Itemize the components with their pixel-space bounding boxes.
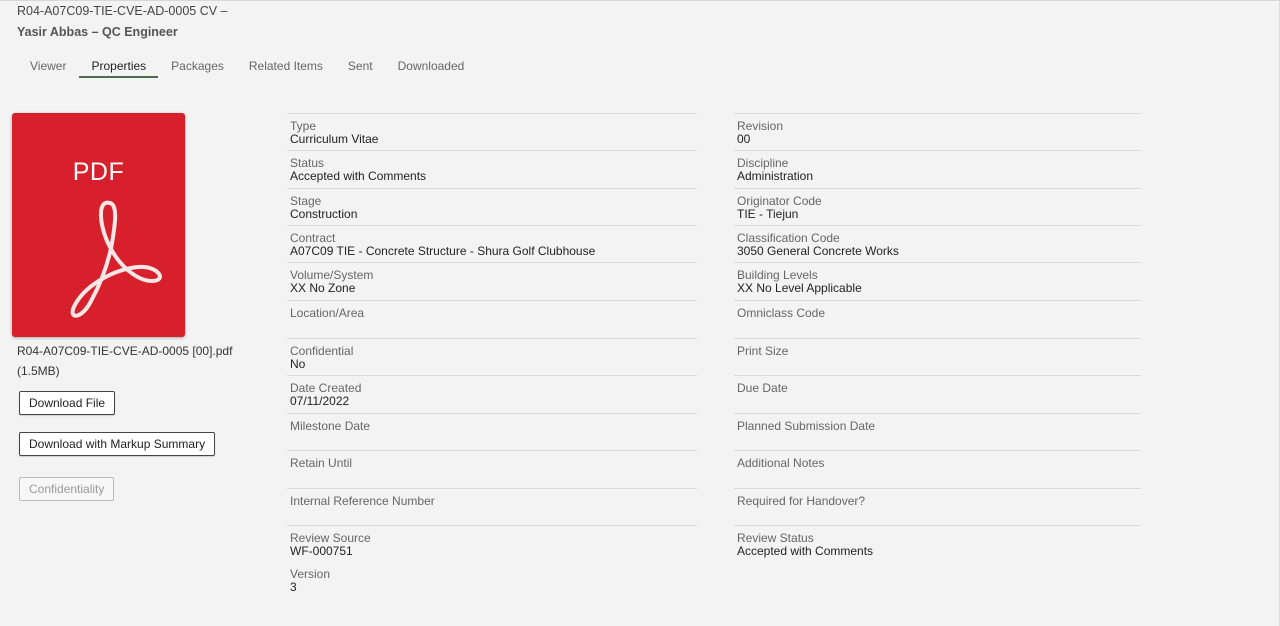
- download-markup-summary-button[interactable]: Download with Markup Summary: [19, 432, 216, 456]
- property-status: Status Accepted with Comments: [287, 150, 697, 188]
- property-additional-notes: Additional Notes: [734, 450, 1141, 488]
- property-value: 3050 General Concrete Works: [737, 244, 899, 258]
- property-contract: Contract A07C09 TIE - Concrete Structure…: [287, 225, 697, 263]
- property-label: Originator Code: [737, 194, 822, 208]
- property-retain-until: Retain Until: [287, 450, 697, 488]
- tab-bar: Viewer Properties Packages Related Items…: [18, 56, 477, 80]
- property-label: Review Status: [737, 531, 814, 545]
- property-value: XX No Zone: [290, 281, 356, 295]
- tab-downloaded[interactable]: Downloaded: [386, 56, 477, 78]
- pdf-acrobat-icon: [70, 200, 162, 318]
- download-file-button[interactable]: Download File: [19, 391, 116, 415]
- property-value: XX No Level Applicable: [737, 281, 862, 295]
- property-print-size: Print Size: [734, 338, 1141, 376]
- property-version: Version 3: [287, 562, 697, 600]
- property-label: Version: [290, 567, 331, 581]
- property-classification-code: Classification Code 3050 General Concret…: [734, 225, 1141, 263]
- property-value: Construction: [290, 207, 358, 221]
- property-value: Accepted with Comments: [290, 169, 427, 183]
- property-label: Print Size: [737, 344, 789, 358]
- property-stage: Stage Construction: [287, 188, 697, 226]
- property-label: Location/Area: [290, 306, 365, 320]
- property-label: Additional Notes: [737, 456, 825, 470]
- file-info: R04-A07C09-TIE-CVE-AD-0005 [00].pdf (1.5…: [17, 341, 247, 381]
- property-value: 3: [290, 580, 297, 594]
- property-label: Retain Until: [290, 456, 353, 470]
- property-location-area: Location/Area: [287, 300, 697, 338]
- property-label: Due Date: [737, 381, 788, 395]
- property-label: Status: [290, 156, 325, 170]
- property-internal-reference-number: Internal Reference Number: [287, 488, 697, 526]
- property-required-for-handover: Required for Handover?: [734, 488, 1141, 526]
- property-originator-code: Originator Code TIE - Tiejun: [734, 188, 1141, 226]
- file-name: R04-A07C09-TIE-CVE-AD-0005 [00].pdf: [17, 344, 233, 358]
- property-due-date: Due Date: [734, 375, 1141, 413]
- property-revision: Revision 00: [734, 113, 1141, 151]
- property-label: Date Created: [290, 381, 362, 395]
- pdf-thumbnail[interactable]: PDF: [12, 113, 185, 337]
- property-omniclass-code: Omniclass Code: [734, 300, 1141, 338]
- property-value: Accepted with Comments: [737, 544, 874, 558]
- tab-related-items[interactable]: Related Items: [237, 56, 335, 78]
- property-planned-submission-date: Planned Submission Date: [734, 413, 1141, 451]
- property-label: Classification Code: [737, 231, 840, 245]
- property-label: Volume/System: [290, 268, 374, 282]
- document-title: R04-A07C09-TIE-CVE-AD-0005 CV – Yasir Ab…: [17, 1, 277, 43]
- property-label: Milestone Date: [290, 419, 371, 433]
- property-building-levels: Building Levels XX No Level Applicable: [734, 262, 1141, 300]
- property-value: 07/11/2022: [290, 394, 350, 408]
- property-review-status: Review Status Accepted with Comments: [734, 525, 1141, 563]
- property-type: Type Curriculum Vitae: [287, 113, 697, 151]
- property-label: Omniclass Code: [737, 306, 826, 320]
- property-label: Required for Handover?: [737, 494, 866, 508]
- property-label: Review Source: [290, 531, 371, 545]
- property-label: Type: [290, 119, 317, 133]
- property-label: Contract: [290, 231, 336, 245]
- property-confidential: Confidential No: [287, 338, 697, 376]
- tab-sent[interactable]: Sent: [336, 56, 385, 78]
- property-value: No: [290, 357, 306, 371]
- property-value: A07C09 TIE - Concrete Structure - Shura …: [290, 244, 596, 258]
- property-label: Planned Submission Date: [737, 419, 876, 433]
- property-milestone-date: Milestone Date: [287, 413, 697, 451]
- document-title-line1: R04-A07C09-TIE-CVE-AD-0005 CV –: [17, 4, 228, 18]
- tab-viewer[interactable]: Viewer: [18, 56, 78, 78]
- property-review-source: Review Source WF-000751: [287, 525, 697, 563]
- property-value: 00: [737, 132, 751, 146]
- tab-properties[interactable]: Properties: [79, 56, 159, 78]
- file-size: (1.5MB): [17, 364, 60, 378]
- property-label: Discipline: [737, 156, 789, 170]
- confidentiality-button[interactable]: Confidentiality: [19, 477, 115, 501]
- property-value: Administration: [737, 169, 814, 183]
- document-title-line2: Yasir Abbas – QC Engineer: [17, 25, 178, 39]
- property-label: Internal Reference Number: [290, 494, 435, 508]
- property-value: TIE - Tiejun: [737, 207, 799, 221]
- tab-packages[interactable]: Packages: [159, 56, 236, 78]
- property-label: Building Levels: [737, 268, 818, 282]
- property-discipline: Discipline Administration: [734, 150, 1141, 188]
- property-value: WF-000751: [290, 544, 353, 558]
- property-label: Confidential: [290, 344, 354, 358]
- property-value: Curriculum Vitae: [290, 132, 379, 146]
- pdf-badge-label: PDF: [72, 158, 125, 186]
- property-label: Revision: [737, 119, 784, 133]
- property-date-created: Date Created 07/11/2022: [287, 375, 697, 413]
- property-volume-system: Volume/System XX No Zone: [287, 262, 697, 300]
- property-label: Stage: [290, 194, 322, 208]
